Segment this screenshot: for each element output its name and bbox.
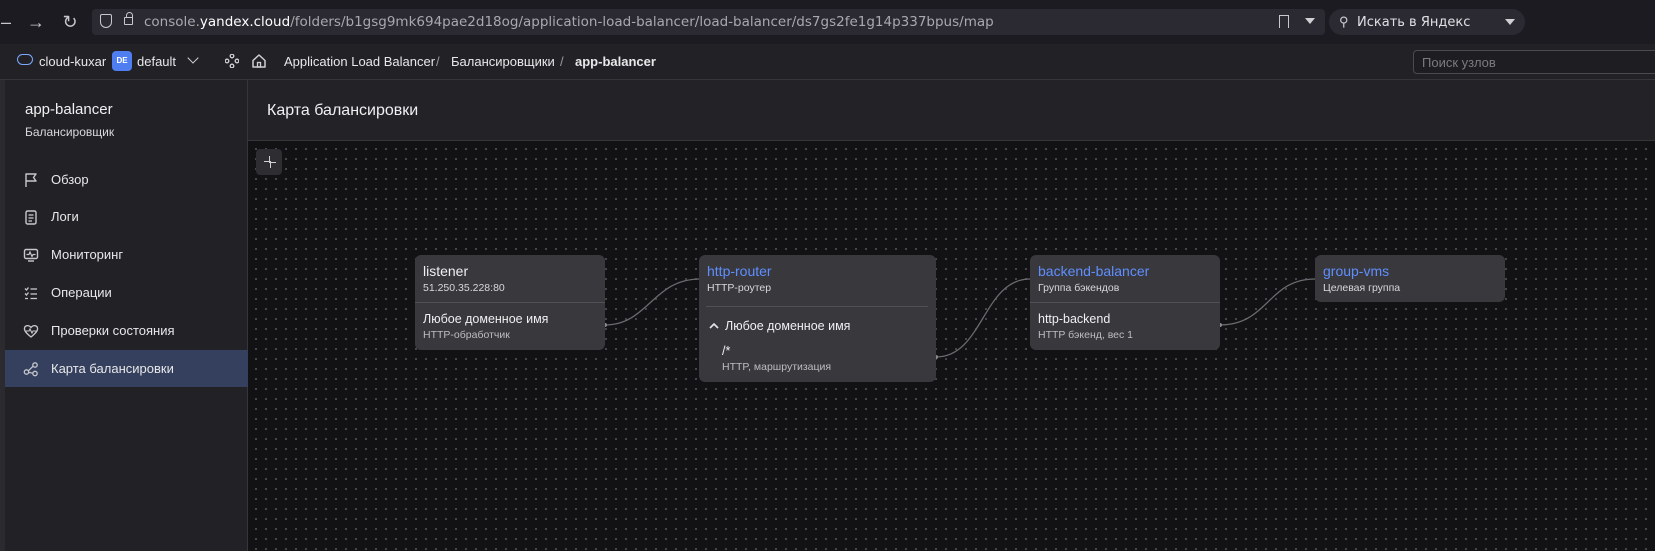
virtual-host-toggle[interactable]: Любое доменное имя xyxy=(725,319,850,333)
services-icon[interactable] xyxy=(225,54,239,68)
sidebar-item-balancing-map[interactable]: Карта балансировки xyxy=(5,350,248,387)
divider xyxy=(706,306,928,307)
sidebar-item-label: Обзор xyxy=(51,172,89,187)
listener-address: 51.250.35.228:80 xyxy=(423,282,505,294)
resource-title: app-balancer xyxy=(25,101,113,118)
chevron-down-icon[interactable] xyxy=(187,52,199,64)
sidebar-item-logs[interactable]: Логи xyxy=(5,198,248,235)
sidebar-item-monitoring[interactable]: Мониторинг xyxy=(5,236,248,273)
connection-router-backend xyxy=(935,278,1031,358)
sidebar-item-label: Логи xyxy=(51,209,79,224)
http-router-node[interactable]: http-router HTTP-роутер Любое доменное и… xyxy=(699,255,936,382)
listener-title: listener xyxy=(423,263,469,279)
route-type: HTTP, маршрутизация xyxy=(722,361,832,373)
connection-backend-target xyxy=(1219,278,1316,326)
backend-group-title-link[interactable]: backend-balancer xyxy=(1038,263,1149,279)
breadcrumb-current: app-balancer xyxy=(575,54,656,69)
breadcrumb-separator: / xyxy=(436,54,440,69)
backend-group-node[interactable]: backend-balancer Группа бэкендов http-ba… xyxy=(1030,255,1220,350)
folder-badge: DE xyxy=(112,51,132,71)
folder-selector[interactable]: default xyxy=(137,54,176,69)
sidebar-item-label: Проверки состояния xyxy=(51,323,175,338)
breadcrumb-service[interactable]: Application Load Balancer xyxy=(284,54,435,69)
router-title-link[interactable]: http-router xyxy=(707,263,772,279)
target-group-node[interactable]: group-vms Целевая группа xyxy=(1315,255,1505,302)
backend-title: http-backend xyxy=(1038,312,1111,326)
operations-list-icon xyxy=(24,287,37,300)
url-text[interactable]: console.yandex.cloud/folders/b1gsg9mk694… xyxy=(144,14,994,30)
browser-search-input[interactable]: ⚲ Искать в Яндекс xyxy=(1329,9,1525,35)
sidebar-item-overview[interactable]: Обзор xyxy=(5,161,248,198)
address-bar[interactable]: console.yandex.cloud/folders/b1gsg9mk694… xyxy=(92,9,1325,35)
search-placeholder: Искать в Яндекс xyxy=(1357,15,1471,30)
backend-type: HTTP бэкенд, вес 1 xyxy=(1038,329,1134,341)
chevron-up-icon[interactable] xyxy=(709,322,719,329)
chevron-down-icon[interactable] xyxy=(1505,19,1515,25)
divider xyxy=(1030,302,1220,303)
breadcrumb-balancers[interactable]: Балансировщики xyxy=(451,54,555,69)
handler-title: Любое доменное имя xyxy=(423,312,549,326)
balancing-map-canvas[interactable]: listener 51.250.35.228:80 Любое доменное… xyxy=(248,141,1655,551)
backend-group-type: Группа бэкендов xyxy=(1038,282,1120,294)
search-icon: ⚲ xyxy=(1339,14,1349,29)
node-search-input[interactable]: Поиск узлов xyxy=(1413,50,1655,74)
page-header: Карта балансировки xyxy=(248,80,1655,141)
breadcrumb-separator: / xyxy=(560,54,564,69)
home-icon[interactable] xyxy=(251,53,267,69)
resource-type: Балансировщик xyxy=(25,125,115,139)
page-title: Карта балансировки xyxy=(267,102,419,119)
sidebar-item-label: Операции xyxy=(51,285,112,300)
sidebar: app-balancer Балансировщик Обзор Логи Мо… xyxy=(5,80,248,551)
lock-icon[interactable] xyxy=(124,12,133,25)
browser-toolbar: – → ↻ console.yandex.cloud/folders/b1gsg… xyxy=(0,0,1655,44)
chevron-down-icon[interactable] xyxy=(1305,18,1315,24)
bookmark-icon[interactable] xyxy=(1279,15,1289,28)
reload-icon[interactable]: ↻ xyxy=(58,10,82,34)
route-path: /* xyxy=(722,344,731,358)
target-group-type: Целевая группа xyxy=(1323,282,1401,294)
shield-icon[interactable] xyxy=(100,14,112,28)
connection-listener-router xyxy=(604,278,701,326)
heart-pulse-icon xyxy=(23,325,39,338)
nodes-share-icon xyxy=(23,362,38,377)
app-header: cloud-kuxar DE default Application Load … xyxy=(0,44,1655,80)
back-icon[interactable]: – xyxy=(0,10,18,34)
forward-icon[interactable]: → xyxy=(24,10,48,34)
divider xyxy=(415,302,605,303)
listener-node[interactable]: listener 51.250.35.228:80 Любое доменное… xyxy=(415,255,605,350)
target-group-title-link[interactable]: group-vms xyxy=(1323,263,1389,279)
sidebar-item-label: Карта балансировки xyxy=(51,361,174,376)
handler-type: HTTP-обработчик xyxy=(423,329,510,341)
sidebar-item-label: Мониторинг xyxy=(51,247,124,262)
router-type: HTTP-роутер xyxy=(707,282,772,294)
monitor-icon xyxy=(23,248,39,262)
sidebar-item-operations[interactable]: Операции xyxy=(5,274,248,311)
flag-icon xyxy=(25,173,37,187)
cloud-name[interactable]: cloud-kuxar xyxy=(39,54,106,69)
log-list-icon xyxy=(25,210,37,225)
sidebar-item-health-checks[interactable]: Проверки состояния xyxy=(5,312,248,349)
cloud-icon xyxy=(17,54,33,65)
fit-view-button[interactable] xyxy=(256,149,282,175)
